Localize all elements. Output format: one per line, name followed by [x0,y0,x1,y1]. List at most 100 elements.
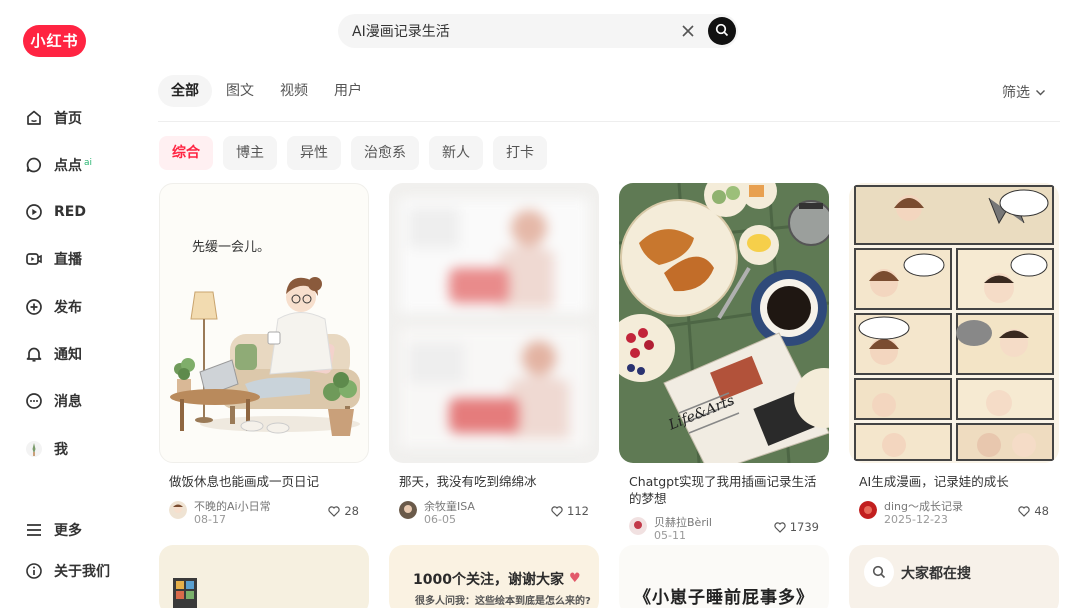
chat-bubble-icon [24,155,44,175]
avatar[interactable] [629,517,647,535]
like-count: 48 [1034,504,1049,518]
clear-icon[interactable] [678,21,698,41]
live-icon [24,249,44,269]
like-button[interactable]: 48 [1018,504,1049,518]
sidebar-item-diandian[interactable]: 点点 ai [24,152,92,178]
note-card[interactable]: Life&Arts Chatgpt实现了我用插画记录生活的梦想 贝赫拉Bèril… [619,183,829,542]
author-name[interactable]: 不晚的Ai小日常 [194,498,271,514]
search-input[interactable] [352,14,672,48]
about-label: 关于我们 [54,564,110,580]
note-cover: Life&Arts [619,183,829,463]
tab-users[interactable]: 用户 [328,75,368,107]
note-cover [173,578,197,608]
note-meta: ding～成长记录 2025-12-23 48 [849,498,1059,531]
search-icon [864,557,894,587]
search-icon [715,22,729,41]
sidebar: 小红书 首页 点点 ai RED 直播 发布 通知 消息 我 更多 关于我们 [0,0,138,608]
sidebar-item-home[interactable]: 首页 [24,105,82,131]
message-icon [24,391,44,411]
more-label: 更多 [54,523,82,539]
sidebar-item-me[interactable]: 我 [24,436,68,462]
search-bar [338,14,738,48]
cover-text: 1000个关注，谢谢大家 [413,572,564,588]
sidebar-item-label: 点点 [54,158,82,174]
author-name[interactable]: 余牧童ISA [424,498,475,514]
note-meta: 贝赫拉Bèril 05-11 1739 [619,514,829,547]
heart-icon: ♥ [569,571,581,586]
heart-icon [551,505,563,517]
note-meta: 余牧童ISA 06-05 112 [389,498,599,531]
plus-square-icon [24,297,44,317]
like-button[interactable]: 1739 [774,520,819,534]
chip-blogger[interactable]: 博主 [223,136,277,170]
tab-all[interactable]: 全部 [158,75,212,107]
sidebar-item-label: 直播 [54,252,82,268]
sidebar-item-label: 发布 [54,300,82,316]
author-name[interactable]: 贝赫拉Bèril [654,514,712,530]
note-title: AI生成漫画，记录娃的成长 [859,474,1009,489]
author-name[interactable]: ding～成长记录 [884,498,963,514]
cover-text: 《小崽子睡前屁事多》 [634,588,814,608]
heart-icon [774,521,786,533]
heart-icon [1018,505,1030,517]
cover-subtext: 很多人问我：这些绘本到底是怎么来的? [415,596,591,607]
note-card[interactable]: AI生成漫画，记录娃的成长 ding～成长记录 2025-12-23 48 [849,183,1059,526]
note-cover-blurred [389,183,599,463]
trending-title: 大家都在搜 [901,566,971,582]
sidebar-item-live[interactable]: 直播 [24,246,82,272]
like-button[interactable]: 112 [551,504,589,518]
chip-healing[interactable]: 治愈系 [351,136,419,170]
logo[interactable]: 小红书 [23,25,86,57]
filter-button[interactable]: 筛选 [1002,82,1046,102]
note-title: Chatgpt实现了我用插画记录生活的梦想 [629,474,817,506]
note-card[interactable]: 1000个关注，谢谢大家 ♥ 很多人问我：这些绘本到底是怎么来的? [389,545,599,608]
note-cover: 先缓一会儿。 [159,183,369,463]
sidebar-item-notifications[interactable]: 通知 [24,341,82,367]
note-card[interactable]: 那天，我没有吃到绵绵冰 余牧童ISA 06-05 112 [389,183,599,526]
like-button[interactable]: 28 [328,504,359,518]
info-icon [24,561,44,581]
avatar[interactable] [859,501,877,519]
chip-checkin[interactable]: 打卡 [493,136,547,170]
avatar[interactable] [399,501,417,519]
sidebar-item-label: 首页 [54,111,82,127]
home-icon [24,108,44,128]
note-meta: 不晚的Ai小日常 08-17 28 [159,498,369,531]
note-cover [849,183,1059,463]
ai-badge: ai [84,158,93,168]
about-us[interactable]: 关于我们 [24,558,110,584]
bell-icon [24,344,44,364]
heart-icon [328,505,340,517]
note-card[interactable]: 《小崽子睡前屁事多》 [619,545,829,608]
chip-newcomer[interactable]: 新人 [429,136,483,170]
sidebar-item-publish[interactable]: 发布 [24,294,82,320]
post-date: 2025-12-23 [884,513,948,526]
like-count: 1739 [789,520,819,534]
tab-image-text[interactable]: 图文 [220,75,260,107]
note-title: 那天，我没有吃到绵绵冰 [399,474,537,489]
chevron-down-icon [1035,87,1046,98]
post-date: 05-11 [654,529,686,542]
avatar[interactable] [169,501,187,519]
filter-label: 筛选 [1002,85,1030,101]
search-button[interactable] [708,17,736,45]
chip-comprehensive[interactable]: 综合 [159,136,213,170]
note-card[interactable]: 先缓一会儿。 做饭休息也能画成一页日记 不晚的Ai小日常 08-17 28 [159,183,369,526]
trending-search-card[interactable]: 大家都在搜 [849,545,1059,608]
chip-opposite-sex[interactable]: 异性 [287,136,341,170]
like-count: 28 [344,504,359,518]
sidebar-item-label: RED [54,204,86,220]
sidebar-item-label: 我 [54,442,68,458]
note-card[interactable] [159,545,369,608]
sidebar-item-messages[interactable]: 消息 [24,388,82,414]
sidebar-item-label: 消息 [54,394,82,410]
sidebar-item-red[interactable]: RED [24,199,86,225]
sidebar-item-label: 通知 [54,347,82,363]
tab-video[interactable]: 视频 [274,75,314,107]
more-menu[interactable]: 更多 [24,517,82,543]
post-date: 08-17 [194,513,226,526]
play-circle-icon [24,202,44,222]
post-date: 06-05 [424,513,456,526]
note-title: 做饭休息也能画成一页日记 [169,474,320,489]
menu-icon [24,520,44,540]
